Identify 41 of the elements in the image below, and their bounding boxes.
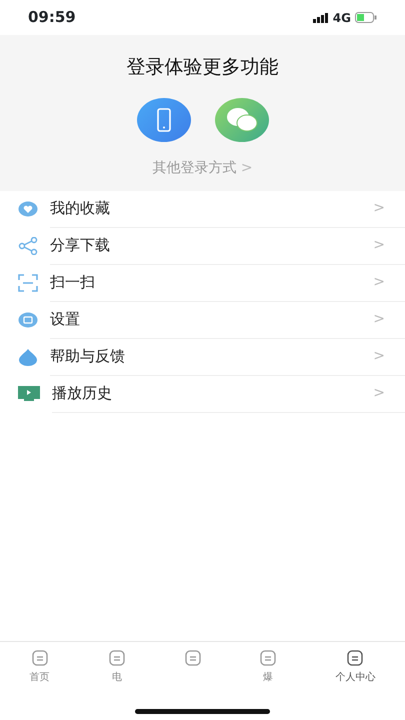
phone-login-button[interactable] [136,98,190,142]
chat-bubbles-icon [226,106,258,132]
droplet-icon [18,348,38,366]
menu-item[interactable]: 我的收藏 > [0,190,405,228]
menu-label: 我的收藏 [50,198,110,220]
tab-icon [184,650,201,666]
chevron-icon: > [373,272,385,293]
tab-item[interactable]: 首页 [0,650,80,709]
chevron-icon: > [373,198,385,219]
menu-item[interactable]: 帮助与反馈 > [0,338,405,376]
tab-item[interactable]: 个人中心 [306,650,405,709]
menu-label: 分享下载 [50,235,110,256]
share-icon [18,237,38,255]
tab-icon [32,650,48,666]
chevron-icon: > [373,309,385,330]
settings-icon [18,312,38,328]
wechat-login-button[interactable] [214,98,268,142]
menu-item[interactable]: 扫一扫 > [0,264,405,302]
phone-icon [156,108,170,132]
tab-icon [347,650,364,666]
tab-item[interactable]: 电 [79,650,155,709]
signal-icon [312,12,329,22]
menu-label: 帮助与反馈 [50,346,125,368]
monitor-icon [18,386,40,402]
network-label: 4G [332,10,351,26]
menu-item[interactable]: 设置 > [0,302,405,338]
battery-icon [355,12,377,23]
scan-icon [18,274,38,292]
clock-time: 09:59 [28,7,76,28]
menu-item[interactable]: 分享下载 > [0,228,405,264]
menu-label: 扫一扫 [50,272,95,294]
login-title: 登录体验更多功能 [126,55,278,80]
menu-label: 播放历史 [52,383,112,404]
chevron-icon: > [373,235,385,256]
chevron-icon: > [373,383,385,404]
menu-item[interactable]: 播放历史 > [0,376,405,412]
tab-icon [109,650,126,666]
menu-label: 设置 [50,309,80,330]
chevron-icon: > [373,346,385,367]
tab-item[interactable]: 爆 [230,650,306,709]
tab-icon [260,650,276,666]
